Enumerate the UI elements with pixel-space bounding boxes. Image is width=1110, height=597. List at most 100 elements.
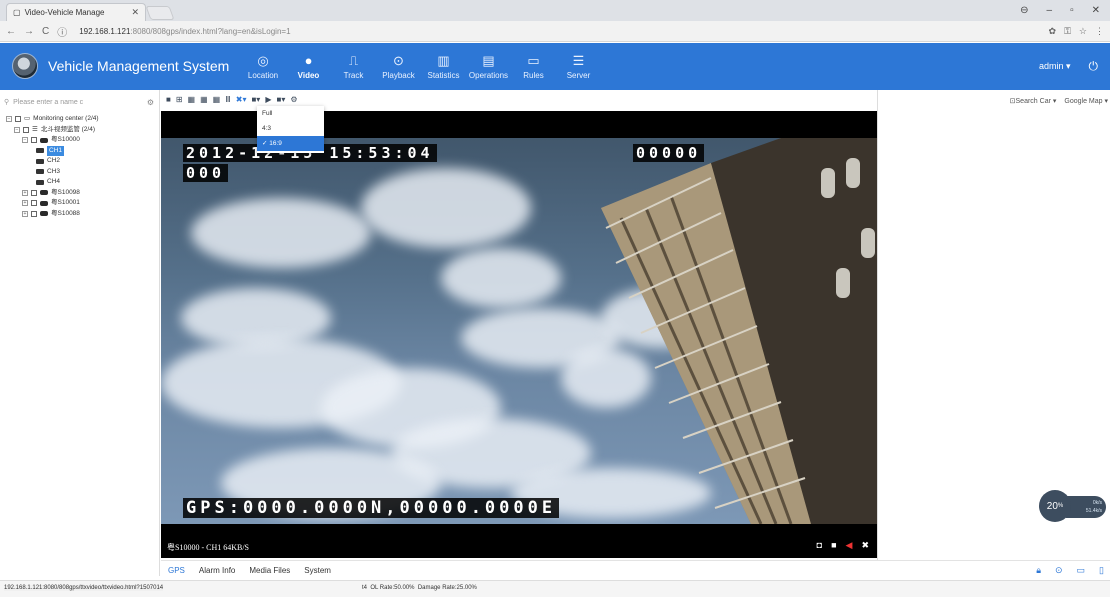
search-input[interactable]: Please enter a name c (13, 99, 83, 106)
layout-16-icon[interactable]: Ⅲ (225, 95, 231, 104)
collapse-icon[interactable]: − (14, 126, 20, 133)
video-footer: 粤S10000 - CH1 64KB/S ◘ ■ ◀ ✖ (161, 524, 877, 558)
tree-vehicle[interactable]: + 粤S10088 (6, 209, 99, 220)
device-tree: − ▭ Monitoring center (2/4) − ☰ 北斗视频监管 (2/4) −… (6, 114, 99, 219)
nav-location[interactable]: ◎ Location (240, 43, 286, 90)
info-icon[interactable]: ⓘ (57, 24, 67, 39)
forward-icon[interactable]: → (24, 26, 34, 37)
checkbox[interactable] (31, 210, 37, 217)
profile-icon[interactable]: ⊖ (1020, 5, 1028, 16)
nav-server[interactable]: ☰ Server (556, 43, 601, 90)
new-tab-button[interactable] (145, 6, 175, 20)
cpu-gauge[interactable]: 20% (1039, 490, 1071, 522)
close-tab-icon[interactable]: ✕ (131, 7, 139, 18)
video-feed[interactable]: 2012-12-15 15:53:04 00000 000 GPS:0000.0… (161, 138, 877, 524)
star-icon[interactable]: ☆ (1079, 26, 1087, 37)
layout-4-icon[interactable]: ⊞ (176, 95, 183, 104)
layout-6-icon[interactable]: ▦ (188, 95, 196, 104)
tree-channel[interactable]: CH1 (6, 145, 99, 156)
logout-icon[interactable]: ⏻ (1089, 59, 1099, 74)
stop-icon[interactable]: ■ (831, 540, 836, 551)
checkbox[interactable] (23, 126, 29, 133)
collapse-icon[interactable]: − (22, 137, 28, 144)
nav-playback[interactable]: ⊙ Playback (376, 43, 421, 90)
tree-root[interactable]: − ▭ Monitoring center (2/4) (6, 114, 99, 125)
restore-icon[interactable]: ▫ (1070, 5, 1074, 16)
tab-alarm-info[interactable]: Alarm Info (192, 566, 242, 575)
tree-vehicle[interactable]: + 粤S10001 (6, 198, 99, 209)
tree-channel[interactable]: CH3 (6, 167, 99, 178)
server-icon: ☰ (572, 52, 585, 68)
checkbox[interactable] (15, 116, 21, 123)
browser-tab[interactable]: ▢ Video-Vehicle Manage ✕ (6, 3, 146, 21)
tree-vehicle[interactable]: − 粤S10000 (6, 135, 99, 146)
collapse-icon[interactable]: − (6, 116, 12, 123)
checkbox[interactable] (31, 137, 37, 144)
nav-label: Rules (523, 70, 544, 80)
expand-icon[interactable]: + (22, 210, 28, 217)
lock-icon[interactable]: 🔒︎ (1036, 565, 1041, 576)
mute-icon[interactable]: ◀ (846, 540, 853, 551)
vehicle-icon (40, 190, 48, 196)
status-bar: 192.168.1.121:8080/808gps/ttxvideo/ttxvi… (0, 580, 1110, 597)
extension-icon[interactable]: ✿ (1049, 26, 1057, 37)
minimize-icon[interactable]: – (1047, 5, 1053, 16)
camera-icon (36, 158, 44, 164)
play-all-icon[interactable]: ▶ (265, 95, 271, 104)
layout-8-icon[interactable]: ▦ (200, 95, 208, 104)
url-field[interactable]: 192.168.1.121:8080/808gps/index.html?lan… (79, 27, 290, 36)
menu-icon[interactable]: ⋮ (1095, 26, 1104, 37)
map-provider-select[interactable]: Google Map ▾ (1064, 97, 1108, 105)
tree-channel[interactable]: CH2 (6, 156, 99, 167)
checkbox[interactable] (31, 189, 37, 196)
tree-vehicle[interactable]: + 粤S10098 (6, 188, 99, 199)
expand-icon[interactable]: ▯ (1099, 565, 1104, 576)
tab-system[interactable]: System (297, 566, 338, 575)
layout-1-icon[interactable]: ■ (166, 95, 171, 104)
channel-label: 粤S10000 - CH1 64KB/S (167, 543, 250, 552)
key-icon[interactable]: ⚿ (1064, 26, 1071, 37)
aspect-ratio-icon[interactable]: ✖▾ (236, 95, 247, 104)
tree-group[interactable]: − ☰ 北斗视频监管 (2/4) (6, 125, 99, 136)
extensions-area: ✿ ⚿ ☆ ⋮ (1049, 26, 1104, 37)
expand-icon[interactable]: + (22, 200, 28, 207)
aspect-option[interactable]: ✓ 16:9 (257, 136, 324, 151)
device-tree-panel: ⚲ Please enter a name c ⚙ − ▭ Monitoring c… (0, 90, 160, 576)
address-bar: ← → C ⓘ 192.168.1.121:8080/808gps/index.… (0, 21, 1110, 42)
window-icon[interactable]: ▭ (1077, 565, 1086, 576)
vehicle-search[interactable]: ⚲ Please enter a name c ⚙ (4, 95, 154, 109)
tab-gps[interactable]: GPS (161, 566, 192, 575)
record-icon[interactable]: ■▾ (276, 95, 285, 104)
user-menu[interactable]: admin ▾ (1039, 61, 1071, 72)
reload-icon[interactable]: C (42, 26, 49, 37)
unlock-icon[interactable]: ⊙ (1055, 565, 1063, 576)
search-car-button[interactable]: ⊡Search Car ▾ (1010, 97, 1057, 105)
tab-media-files[interactable]: Media Files (242, 566, 297, 575)
rules-icon: ▭ (527, 52, 540, 68)
building-image (601, 138, 877, 524)
expand-icon[interactable]: + (22, 189, 28, 196)
nav-video[interactable]: ● Video (286, 43, 331, 90)
close-window-icon[interactable]: ✕ (1092, 5, 1100, 16)
nav-operations[interactable]: ▤ Operations (466, 43, 511, 90)
status-fragment: t4 (362, 585, 368, 591)
nav-track[interactable]: ⎍ Track (331, 43, 376, 90)
snapshot-icon[interactable]: ◘ (817, 540, 822, 551)
aspect-option[interactable]: 4:3 (257, 121, 324, 136)
tree-channel[interactable]: CH4 (6, 177, 99, 188)
aspect-option-label: 4:3 (262, 125, 272, 132)
nav-rules[interactable]: ▭ Rules (511, 43, 556, 90)
aspect-option[interactable]: Full (257, 106, 324, 121)
nav-statistics[interactable]: ▥ Statistics (421, 43, 466, 90)
map-panel (877, 90, 1110, 560)
search-settings-icon[interactable]: ⚙ (147, 98, 154, 107)
upload-speed: 0k/s (1092, 500, 1102, 506)
back-icon[interactable]: ← (6, 26, 16, 37)
video-settings-icon[interactable]: ⚙ (290, 95, 297, 104)
stop-all-icon[interactable]: ■▾ (251, 95, 260, 104)
damage-rate: Damage Rate:25.00% (417, 585, 477, 591)
close-video-icon[interactable]: ✖ (861, 540, 869, 551)
main-nav: ◎ Location ● Video ⎍ Track ⊙ Playback ▥ Statistic… (240, 43, 601, 90)
layout-9-icon[interactable]: ▦ (213, 95, 221, 104)
checkbox[interactable] (31, 200, 37, 207)
